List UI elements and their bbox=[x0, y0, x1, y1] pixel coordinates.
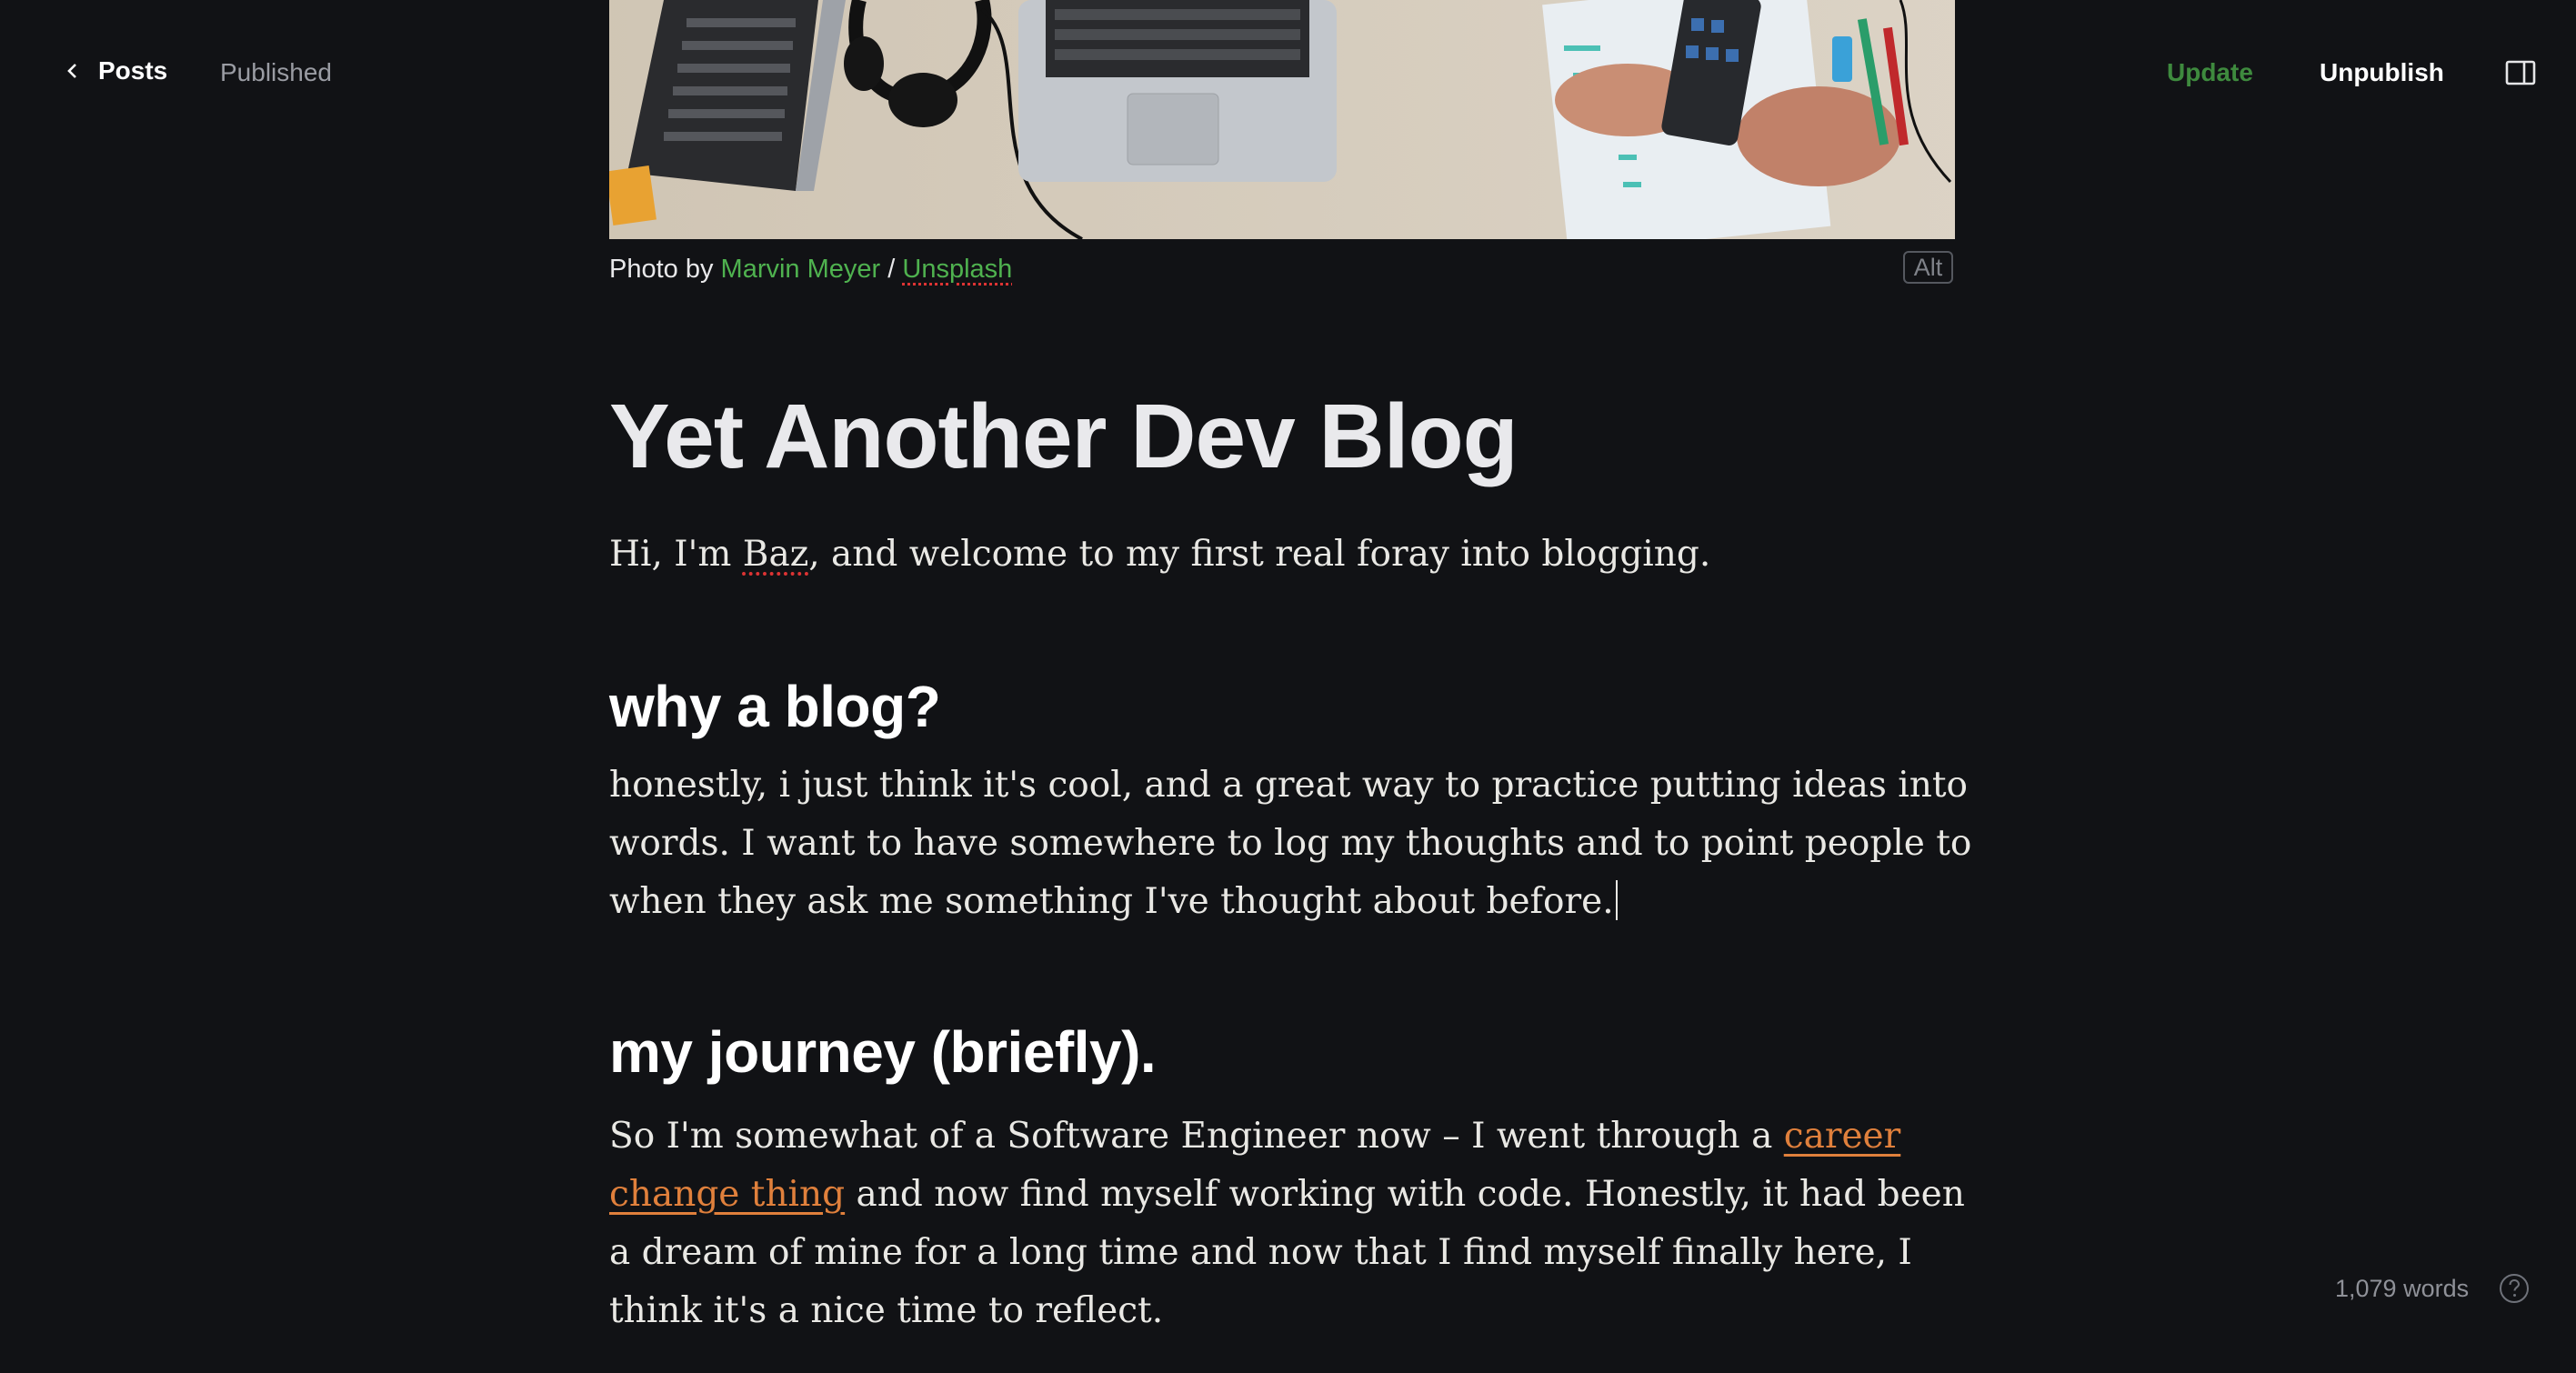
photographer-link[interactable]: Marvin Meyer bbox=[721, 255, 881, 284]
chevron-left-icon bbox=[67, 64, 76, 78]
back-label: Posts bbox=[98, 56, 168, 85]
p2-before: So I'm somewhat of a Software Engineer n… bbox=[609, 1116, 1773, 1157]
paragraph-my-journey[interactable]: So I'm somewhat of a Software Engineer n… bbox=[609, 1107, 1973, 1340]
help-circle-icon[interactable] bbox=[2499, 1273, 2530, 1304]
paragraph-why-a-blog-text: honestly, i just think it's cool, and a … bbox=[609, 765, 1972, 922]
caption-prefix: Photo by bbox=[609, 255, 714, 284]
intro-after: , and welcome to my first real foray int… bbox=[808, 534, 1711, 575]
alt-text-button[interactable]: Alt bbox=[1903, 251, 1953, 284]
paragraph-why-a-blog[interactable]: honestly, i just think it's cool, and a … bbox=[609, 757, 1973, 931]
unsplash-link[interactable]: Unsplash bbox=[902, 255, 1012, 284]
heading-why-a-blog[interactable]: why a blog? bbox=[609, 673, 941, 740]
feature-image[interactable] bbox=[609, 0, 1955, 239]
sidebar-toggle-icon[interactable] bbox=[2505, 60, 2536, 85]
intro-name: Baz bbox=[742, 534, 809, 575]
back-to-posts-button[interactable]: Posts bbox=[64, 56, 167, 85]
image-caption[interactable]: Photo by Marvin Meyer / Unsplash bbox=[609, 255, 1012, 285]
update-button[interactable]: Update bbox=[2167, 58, 2253, 87]
post-editor[interactable]: Yet Another Dev Blog Hi, I'm Baz, and we… bbox=[609, 391, 1971, 1331]
text-cursor bbox=[1615, 880, 1618, 920]
caption-separator: / bbox=[887, 255, 896, 284]
intro-paragraph[interactable]: Hi, I'm Baz, and welcome to my first rea… bbox=[609, 526, 1955, 584]
heading-my-journey[interactable]: my journey (briefly). bbox=[609, 1018, 1157, 1086]
feature-image-illustration bbox=[609, 0, 1955, 239]
word-count: 1,079 words bbox=[2335, 1275, 2470, 1302]
intro-before: Hi, I'm bbox=[609, 534, 732, 575]
post-title[interactable]: Yet Another Dev Blog bbox=[609, 391, 1955, 482]
post-status: Published bbox=[220, 58, 332, 86]
unpublish-button[interactable]: Unpublish bbox=[2320, 58, 2444, 87]
